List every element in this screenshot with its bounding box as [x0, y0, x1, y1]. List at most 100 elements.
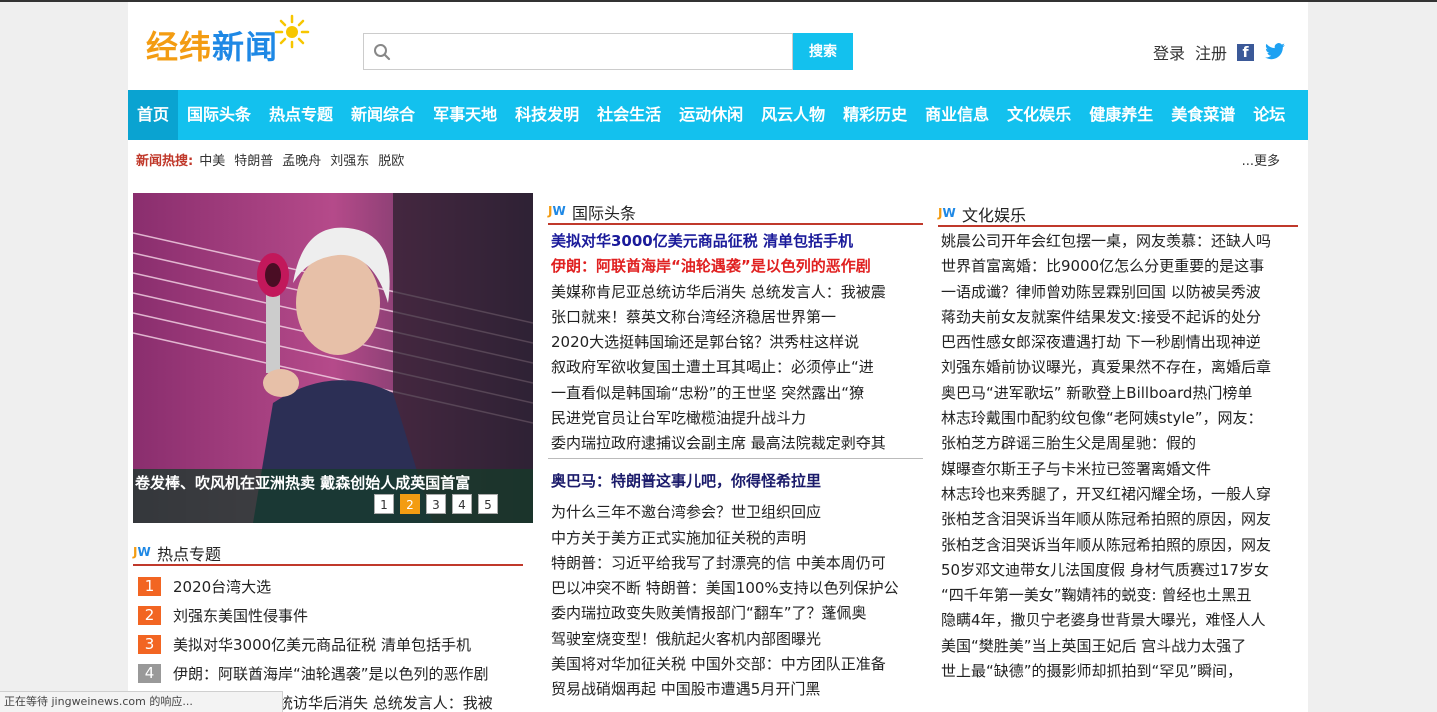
featured-headline[interactable]: 奥巴马：特朗普这事儿吧，你得怪希拉里	[551, 469, 923, 494]
nav-item-international[interactable]: 国际头条	[178, 90, 260, 140]
more-link[interactable]: ...更多	[1242, 150, 1280, 169]
hot-keyword[interactable]: 特朗普	[234, 150, 273, 169]
slider-page-button[interactable]: 4	[452, 494, 472, 514]
nav-item-news[interactable]: 新闻综合	[342, 90, 424, 140]
rank-badge: 3	[138, 635, 161, 654]
news-link[interactable]: 隐瞒4年，撒贝宁老婆身世背景大曝光，难怪人人	[941, 608, 1298, 633]
international-list-1: 美拟对华3000亿美元商品征税 清单包括手机 伊朗：阿联酋海岸“油轮遇袭”是以色…	[551, 229, 923, 457]
news-link[interactable]: 委内瑞拉政变失败美情报部门“翻车”了？蓬佩奥	[551, 601, 923, 626]
news-link[interactable]: 刘强东婚前协议曝光，真爱果然不存在，离婚后章	[941, 355, 1298, 380]
user-links: 登录 注册 f	[1153, 40, 1286, 64]
slider-page-button-active[interactable]: 2	[400, 494, 420, 514]
nav-item-entertainment[interactable]: 文化娱乐	[998, 90, 1080, 140]
main-nav: 首页 国际头条 热点专题 新闻综合 军事天地 科技发明 社会生活 运动休闲 风云…	[128, 90, 1308, 140]
headline-link[interactable]: 伊朗：阿联酋海岸“油轮遇袭”是以色列的恶作剧	[551, 254, 923, 279]
jw-icon: JW	[548, 204, 566, 218]
news-link[interactable]: “四千年第一美女”鞠婧祎的蜕变: 曾经也土黑丑	[941, 583, 1298, 608]
news-link[interactable]: 张柏芝含泪哭诉当年顺从陈冠希拍照的原因，网友	[941, 507, 1298, 532]
news-link[interactable]: 为什么三年不邀台湾参会？世卫组织回应	[551, 500, 923, 525]
search-box	[363, 33, 793, 70]
list-item[interactable]: 3 美拟对华3000亿美元商品征税 清单包括手机	[138, 630, 523, 659]
news-link[interactable]: 世上最“缺德”的摄影师却抓拍到“罕见”瞬间，	[941, 659, 1298, 684]
twitter-icon[interactable]	[1264, 43, 1286, 61]
nav-item-sports[interactable]: 运动休闲	[670, 90, 752, 140]
news-link[interactable]: 奥巴马“进军歌坛” 新歌登上Billboard热门榜单	[941, 381, 1298, 406]
news-link[interactable]: 美国将对华加征关税 中国外交部：中方团队正准备	[551, 652, 923, 677]
news-link[interactable]: 张柏芝方辟谣三胎生父是周星驰：假的	[941, 431, 1298, 456]
headline-link[interactable]: 美拟对华3000亿美元商品征税 清单包括手机	[551, 229, 923, 254]
search-icon	[374, 44, 391, 61]
slider-page-button[interactable]: 3	[426, 494, 446, 514]
news-link[interactable]: 巴西性感女郎深夜遭遇打劫 下一秒剧情出现神逆	[941, 330, 1298, 355]
section-header-international: JW 国际头条	[548, 195, 923, 225]
news-link[interactable]: 巴以冲突不断 特朗普：美国100%支持以色列保护公	[551, 576, 923, 601]
nav-item-history[interactable]: 精彩历史	[834, 90, 916, 140]
list-item-text[interactable]: 伊朗：阿联酋海岸“油轮遇袭”是以色列的恶作剧	[173, 663, 489, 684]
section-title[interactable]: 国际头条	[572, 200, 636, 224]
news-link[interactable]: 美媒称肯尼亚总统访华后消失 总统发言人：我被震	[551, 280, 923, 305]
slider-page-button[interactable]: 5	[478, 494, 498, 514]
news-link[interactable]: 世界首富离婚：比9000亿怎么分更重要的是这事	[941, 254, 1298, 279]
rank-badge: 4	[138, 664, 161, 683]
entertainment-list: 姚晨公司开年会红包摆一桌，网友羡慕：还缺人吗 世界首富离婚：比9000亿怎么分更…	[941, 229, 1298, 684]
facebook-icon[interactable]: f	[1237, 43, 1254, 61]
news-link[interactable]: 2020大选挺韩国瑜还是郭台铭？洪秀柱这样说	[551, 330, 923, 355]
list-item[interactable]: 2 刘强东美国性侵事件	[138, 601, 523, 630]
slider-caption[interactable]: 卷发棒、吹风机在亚洲热卖 戴森创始人成英国首富	[135, 472, 470, 493]
news-link[interactable]: 张柏芝含泪哭诉当年顺从陈冠希拍照的原因，网友	[941, 533, 1298, 558]
image-slider[interactable]: 卷发棒、吹风机在亚洲热卖 戴森创始人成英国首富 1 2 3 4 5	[133, 193, 533, 523]
page-container: 经纬新闻 搜索 登录 注册 f 首页 国际头条 热点专题 新闻综合 军事天地 科…	[128, 2, 1308, 712]
slider-page-button[interactable]: 1	[374, 494, 394, 514]
nav-item-people[interactable]: 风云人物	[752, 90, 834, 140]
news-link[interactable]: 一语成谶？律师曾劝陈昱霖别回国 以防被吴秀波	[941, 280, 1298, 305]
news-link[interactable]: 50岁邓文迪带女儿法国度假 身材气质赛过17岁女	[941, 558, 1298, 583]
news-link[interactable]: 媒曝查尔斯王子与卡米拉已签署离婚文件	[941, 457, 1298, 482]
hot-keyword[interactable]: 脱欧	[378, 150, 404, 169]
register-link[interactable]: 注册	[1195, 40, 1227, 64]
nav-item-business[interactable]: 商业信息	[916, 90, 998, 140]
news-link[interactable]: 林志玲戴围巾配豹纹包像“老阿姨style”，网友：	[941, 406, 1298, 431]
list-item-text[interactable]: 美拟对华3000亿美元商品征税 清单包括手机	[173, 634, 471, 655]
nav-item-forum[interactable]: 论坛	[1244, 90, 1294, 140]
nav-item-military[interactable]: 军事天地	[424, 90, 506, 140]
nav-item-society[interactable]: 社会生活	[588, 90, 670, 140]
nav-item-food[interactable]: 美食菜谱	[1162, 90, 1244, 140]
site-logo[interactable]: 经纬新闻	[146, 14, 310, 66]
slider-pagination: 1 2 3 4 5	[374, 494, 498, 514]
news-link[interactable]: 张口就来！蔡英文称台湾经济稳居世界第一	[551, 305, 923, 330]
news-link[interactable]: 美国“樊胜美”当上英国王妃后 宫斗战力太强了	[941, 634, 1298, 659]
list-item[interactable]: 1 2020台湾大选	[138, 572, 523, 601]
news-link[interactable]: 蒋劲夫前女友就案件结果发文:接受不起诉的处分	[941, 305, 1298, 330]
hot-keyword[interactable]: 刘强东	[330, 150, 369, 169]
news-link[interactable]: 姚晨公司开年会红包摆一桌，网友羡慕：还缺人吗	[941, 229, 1298, 254]
logo-text-part2: 新闻	[212, 28, 279, 66]
news-link[interactable]: 林志玲也来秀腿了，开叉红裙闪耀全场，一般人穿	[941, 482, 1298, 507]
section-header-entertainment: JW 文化娱乐	[938, 197, 1298, 227]
list-item-text[interactable]: 2020台湾大选	[173, 576, 271, 597]
search-input[interactable]	[396, 34, 791, 69]
news-link[interactable]: 中方关于美方正式实施加征关税的声明	[551, 526, 923, 551]
login-link[interactable]: 登录	[1153, 40, 1185, 64]
news-link[interactable]: 特朗普：习近平给我写了封漂亮的信 中美本周仍可	[551, 551, 923, 576]
section-title[interactable]: 热点专题	[157, 541, 221, 565]
news-link[interactable]: 一直看似是韩国瑜“忠粉”的王世坚 突然露出“獠	[551, 381, 923, 406]
rank-badge: 1	[138, 577, 161, 596]
hot-keyword[interactable]: 中美	[199, 150, 225, 169]
news-link[interactable]: 贸易战硝烟再起 中国股市遭遇5月开门黑	[551, 677, 923, 702]
nav-item-technology[interactable]: 科技发明	[506, 90, 588, 140]
hot-keyword[interactable]: 孟晚舟	[282, 150, 321, 169]
hot-search-label: 新闻热搜:	[136, 154, 194, 169]
list-item-text[interactable]: 刘强东美国性侵事件	[173, 605, 308, 626]
hot-search-bar: 新闻热搜: 中美 特朗普 孟晚舟 刘强东 脱欧	[136, 150, 404, 169]
news-link[interactable]: 叙政府军欲收复国土遭土耳其喝止：必须停止“进	[551, 355, 923, 380]
news-link[interactable]: 委内瑞拉政府逮捕议会副主席 最高法院裁定剥夺其	[551, 431, 923, 456]
section-header-hot-topics: JW 热点专题	[133, 536, 523, 566]
news-link[interactable]: 民进党官员让台军吃橄榄油提升战斗力	[551, 406, 923, 431]
section-title[interactable]: 文化娱乐	[962, 202, 1026, 226]
list-item[interactable]: 4 伊朗：阿联酋海岸“油轮遇袭”是以色列的恶作剧	[138, 659, 523, 688]
news-link[interactable]: 驾驶室烧变型！俄航起火客机内部图曝光	[551, 627, 923, 652]
search-button[interactable]: 搜索	[793, 33, 853, 70]
nav-item-health[interactable]: 健康养生	[1080, 90, 1162, 140]
nav-item-home[interactable]: 首页	[128, 90, 179, 140]
nav-item-hot-topics[interactable]: 热点专题	[260, 90, 342, 140]
